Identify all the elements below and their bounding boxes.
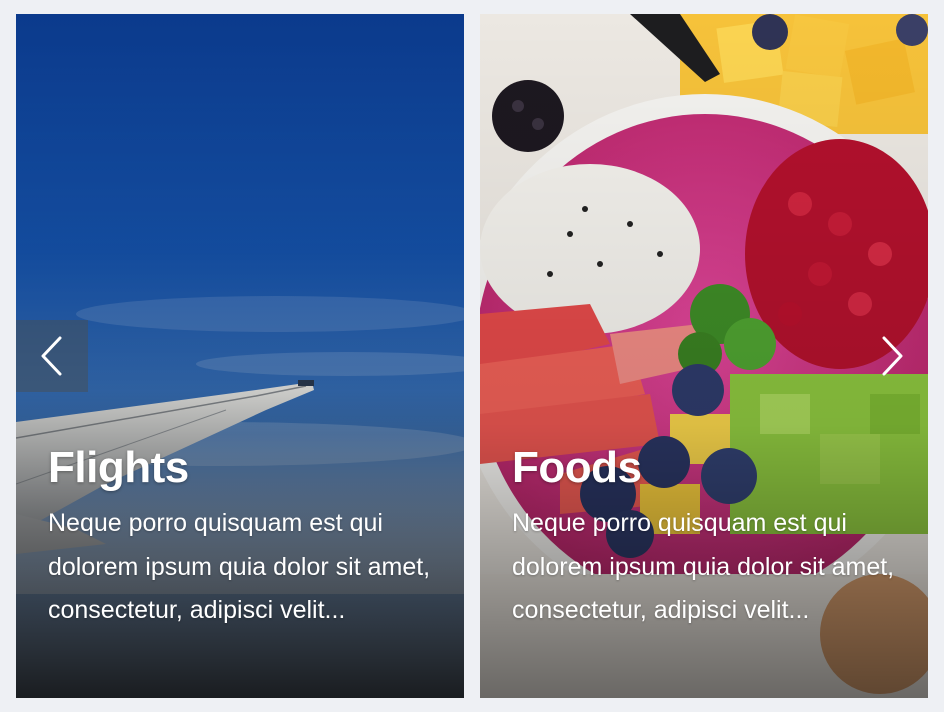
next-slide-button[interactable] xyxy=(856,320,928,392)
slide-title: Foods xyxy=(512,443,642,492)
slide-caption-flights: Flights Neque porro quisquam est qui dol… xyxy=(48,442,438,633)
slide-description: Neque porro quisquam est qui dolorem ips… xyxy=(512,509,895,624)
image-carousel: Flights Neque porro quisquam est qui dol… xyxy=(0,0,944,712)
slide-description: Neque porro quisquam est qui dolorem ips… xyxy=(48,509,431,624)
slide-caption-foods: Foods Neque porro quisquam est qui dolor… xyxy=(512,442,902,633)
chevron-right-icon xyxy=(882,336,903,376)
slide-title: Flights xyxy=(48,443,189,492)
previous-slide-button[interactable] xyxy=(16,320,88,392)
chevron-left-icon xyxy=(41,336,62,376)
